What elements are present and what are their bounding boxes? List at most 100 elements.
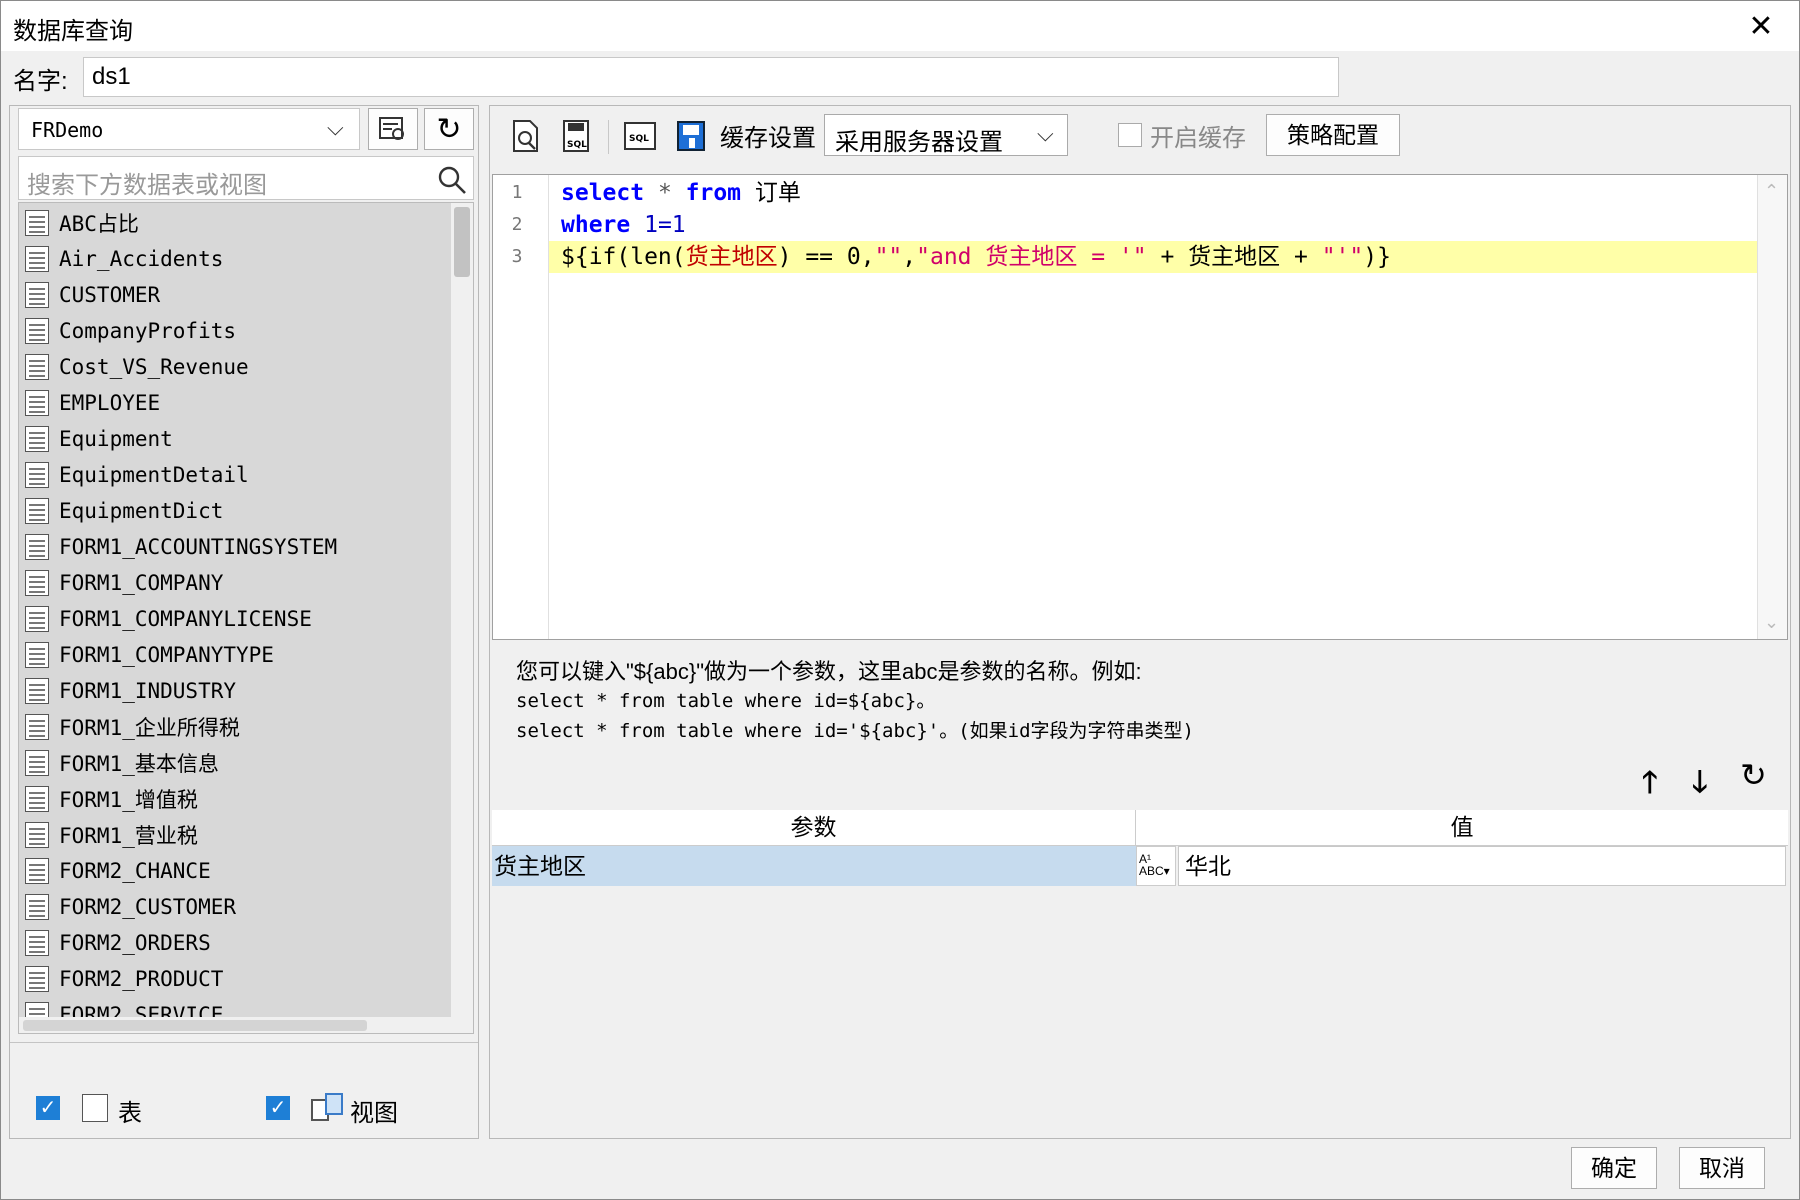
param-value-input[interactable]: 华北	[1178, 846, 1786, 886]
view-filter-checkbox[interactable]: ✓	[266, 1096, 290, 1120]
table-filter-checkbox[interactable]: ✓	[36, 1096, 60, 1120]
editor-scrollbar[interactable]: ⌃ ⌄	[1757, 175, 1787, 639]
value-column-header: 值	[1136, 810, 1788, 846]
table-icon	[25, 246, 49, 272]
table-list-item[interactable]: FORM1_COMPANYTYPE	[25, 637, 274, 673]
table-icon	[25, 642, 49, 668]
table-icon	[25, 858, 49, 884]
table-icon	[25, 714, 49, 740]
table-icon	[25, 426, 49, 452]
enable-cache-label: 开启缓存	[1150, 125, 1246, 152]
sql-format-icon[interactable]: SQL	[620, 116, 660, 156]
table-list-item[interactable]: FORM2_PRODUCT	[25, 961, 223, 997]
table-preview-icon	[379, 117, 404, 140]
scroll-thumb[interactable]	[454, 207, 470, 277]
table-list-item[interactable]: CUSTOMER	[25, 277, 160, 313]
chevron-down-icon: ⌵	[1037, 121, 1054, 146]
table-icon	[25, 678, 49, 704]
table-name: ABC占比	[59, 212, 139, 236]
title-bar: 数据库查询 ✕	[1, 1, 1799, 51]
table-icon	[25, 822, 49, 848]
table-list-item[interactable]: Cost_VS_Revenue	[25, 349, 249, 385]
vertical-scrollbar[interactable]	[451, 203, 473, 1018]
search-box[interactable]: 搜索下方数据表或视图	[18, 156, 474, 200]
h-scroll-thumb[interactable]	[23, 1020, 367, 1031]
table-list-item[interactable]: FORM1_企业所得税	[25, 709, 240, 745]
table-list-item[interactable]: FORM1_INDUSTRY	[25, 673, 236, 709]
table-name: FORM2_CHANCE	[59, 859, 211, 883]
table-list-item[interactable]: FORM2_CUSTOMER	[25, 889, 236, 925]
horizontal-scrollbar[interactable]	[19, 1017, 473, 1033]
close-icon[interactable]: ✕	[1737, 7, 1785, 47]
line-number: 1	[511, 182, 523, 203]
table-list-item[interactable]: EquipmentDetail	[25, 457, 249, 493]
table-list-item[interactable]: Air_Accidents	[25, 241, 223, 277]
datasource-select[interactable]: FRDemo ⌵	[18, 108, 360, 150]
table-list-item[interactable]: FORM2_CHANCE	[25, 853, 211, 889]
move-down-icon[interactable]: 🡓	[1692, 760, 1708, 811]
param-column-header: 参数	[492, 810, 1136, 846]
table-list-item[interactable]: FORM1_营业税	[25, 817, 198, 853]
table-icon	[25, 606, 49, 632]
name-input[interactable]: ds1	[83, 57, 1339, 97]
divider	[10, 1042, 478, 1043]
table-list-item[interactable]: FORM2_ORDERS	[25, 925, 211, 961]
preview-icon[interactable]	[508, 116, 544, 156]
sql-save-icon[interactable]: SQL	[558, 116, 594, 156]
table-icon	[82, 1094, 108, 1122]
line-number-gutter: 1 2 3	[493, 175, 549, 639]
refresh-icon[interactable]: ↻	[424, 108, 474, 150]
table-name: EMPLOYEE	[59, 391, 161, 415]
cache-settings-icon[interactable]	[672, 116, 712, 156]
table-list[interactable]: ABC占比 Air_Accidents CUSTOMER CompanyProfits…	[18, 202, 474, 1034]
search-icon[interactable]	[437, 165, 467, 195]
right-panel: SQL SQL 缓存设置 采用服务器设置 ⌵ 开启缓存 策略配置 1 2 3 s…	[489, 105, 1791, 1139]
table-icon	[25, 534, 49, 560]
table-list-item[interactable]: EquipmentDict	[25, 493, 223, 529]
table-name: FORM1_COMPANY	[59, 571, 224, 595]
value-type-icon[interactable]: A¹ ABC▾	[1136, 846, 1176, 886]
table-list-item[interactable]: 财务指标分析	[25, 1033, 185, 1034]
table-list-item[interactable]: FORM1_基本信息	[25, 745, 219, 781]
ok-button[interactable]: 确定	[1571, 1147, 1657, 1189]
table-list-item[interactable]: FORM1_COMPANYLICENSE	[25, 601, 312, 637]
table-icon	[25, 786, 49, 812]
refresh-params-icon[interactable]: ↻	[1740, 756, 1767, 794]
cancel-button[interactable]: 取消	[1679, 1147, 1765, 1189]
table-icon	[25, 966, 49, 992]
table-list-item[interactable]: CompanyProfits	[25, 313, 236, 349]
line-number: 2	[511, 214, 523, 235]
sql-line-3: ${if(len(货主地区) == 0,"","and 货主地区 = '" + …	[561, 244, 1391, 270]
table-icon	[25, 570, 49, 596]
table-name: FORM2_ORDERS	[59, 931, 211, 955]
table-list-item[interactable]: FORM1_ACCOUNTINGSYSTEM	[25, 529, 337, 565]
table-list-item[interactable]: FORM1_COMPANY	[25, 565, 223, 601]
preview-table-button[interactable]	[368, 108, 418, 150]
table-icon	[25, 390, 49, 416]
table-name: FORM2_CUSTOMER	[59, 895, 237, 919]
table-name: FORM1_营业税	[59, 824, 198, 848]
table-icon	[25, 318, 49, 344]
table-list-item[interactable]: FORM1_增值税	[25, 781, 198, 817]
move-up-icon[interactable]: 🡑	[1642, 760, 1658, 811]
table-list-item[interactable]: Equipment	[25, 421, 173, 457]
table-name: CUSTOMER	[59, 283, 161, 307]
table-list-item[interactable]: EMPLOYEE	[25, 385, 160, 421]
enable-cache-checkbox[interactable]	[1118, 123, 1142, 147]
cache-mode-select[interactable]: 采用服务器设置 ⌵	[824, 114, 1068, 156]
table-filter-label: 表	[118, 1100, 142, 1127]
scroll-down-icon[interactable]: ⌄	[1764, 612, 1779, 633]
table-icon	[25, 462, 49, 488]
sql-editor[interactable]: 1 2 3 select * from 订单 where 1=1 ${if(le…	[492, 174, 1788, 640]
hint-line-1: 您可以键入"${abc}"做为一个参数，这里abc是参数的名称。例如:	[516, 659, 1142, 684]
param-name-cell: 货主地区	[492, 846, 1136, 886]
scroll-up-icon[interactable]: ⌃	[1764, 181, 1779, 202]
table-name: FORM1_增值税	[59, 788, 198, 812]
strategy-config-button[interactable]: 策略配置	[1266, 114, 1400, 156]
search-input[interactable]: 搜索下方数据表或视图	[27, 165, 267, 200]
table-icon	[25, 354, 49, 380]
table-icon	[25, 750, 49, 776]
table-icon	[25, 894, 49, 920]
table-list-item[interactable]: ABC占比	[25, 205, 139, 241]
table-name: FORM1_COMPANYLICENSE	[59, 607, 312, 631]
